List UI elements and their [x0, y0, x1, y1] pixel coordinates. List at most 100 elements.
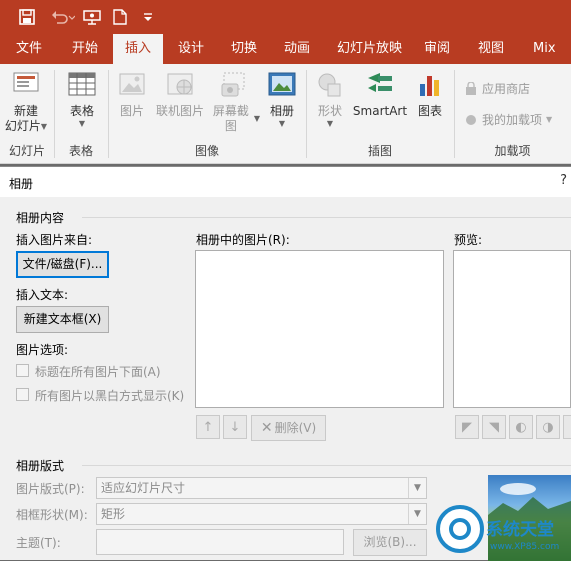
tab-file[interactable]: 文件 [4, 34, 54, 64]
brightness-button[interactable] [563, 415, 571, 439]
black-white-checkbox[interactable] [16, 388, 29, 401]
group-label-tables: 表格 [68, 144, 93, 158]
section-divider [82, 465, 571, 466]
picture-icon [119, 73, 145, 95]
help-button[interactable]: ? [560, 173, 567, 188]
chart-button[interactable]: 图表 [412, 70, 448, 119]
rotate-left-icon: ◤ [462, 419, 472, 435]
group-label-images: 图像 [194, 144, 219, 158]
rotate-right-icon: ◥ [489, 419, 499, 435]
chevron-down-icon: ▼ [78, 119, 86, 128]
undo-icon[interactable] [50, 8, 76, 26]
watermark-logo-icon [436, 505, 484, 553]
online-pictures-button[interactable]: 联机图片 [154, 70, 206, 119]
new-slide-label-2: 幻灯片 [4, 119, 41, 133]
tab-transitions[interactable]: 切换 [219, 34, 269, 64]
browse-button[interactable]: 浏览(B)... [353, 529, 427, 556]
tab-slideshow[interactable]: 幻灯片放映 [325, 34, 414, 64]
section-album-layout: 相册版式 [16, 459, 65, 473]
insert-from-label: 插入图片来自: [16, 233, 93, 247]
photo-album-icon [268, 72, 296, 96]
photo-album-dialog: 相册 ? 相册内容 插入图片来自: 文件/磁盘(F)... 插入文本: 新建文本… [0, 166, 571, 561]
chart-label: 图表 [417, 104, 442, 118]
table-label: 表格 [69, 104, 94, 118]
contrast-up-button[interactable]: ◐ [509, 415, 533, 439]
online-picture-icon [167, 73, 193, 95]
tab-review[interactable]: 审阅 [412, 34, 462, 64]
contrast-down-button[interactable]: ◑ [536, 415, 560, 439]
screenshot-label: 屏幕截图 [212, 104, 249, 133]
frame-shape-select[interactable]: 矩形 ▼ [96, 503, 427, 525]
picture-layout-select[interactable]: 适应幻灯片尺寸 ▼ [96, 477, 427, 499]
arrow-up-icon: ↑ [202, 419, 214, 435]
group-label-addins: 加载项 [494, 144, 531, 158]
shapes-icon [318, 73, 341, 97]
screenshot-button[interactable]: 屏幕截图 ▼ [208, 70, 260, 134]
remove-button[interactable]: ✕ 删除(V) [251, 415, 326, 441]
rotate-right-button[interactable]: ◥ [482, 415, 506, 439]
arrow-down-icon: ↓ [229, 419, 241, 435]
file-disk-button[interactable]: 文件/磁盘(F)... [16, 251, 109, 278]
screenshot-icon [221, 72, 245, 97]
my-addins-label: 我的加载项 [482, 113, 543, 127]
picture-options-label: 图片选项: [16, 343, 69, 357]
tab-home[interactable]: 开始 [60, 34, 110, 64]
new-slide-label: 新建 [13, 104, 38, 118]
tab-mix[interactable]: Mix [521, 34, 568, 64]
black-white-label: 所有图片以黑白方式显示(K) [35, 389, 185, 403]
pictures-button[interactable]: 图片 [114, 70, 150, 119]
watermark-url: www.XP85.com [490, 542, 560, 552]
dialog-title-bar: 相册 ? [0, 167, 571, 197]
insert-text-label: 插入文本: [16, 288, 69, 302]
table-button[interactable]: 表格 ▼ [62, 70, 102, 129]
frame-shape-label: 相框形状(M): [16, 508, 88, 522]
frame-shape-value: 矩形 [101, 507, 126, 521]
present-icon[interactable] [82, 8, 102, 26]
smartart-icon [368, 73, 392, 92]
photo-album-button[interactable]: 相册 ▼ [264, 70, 300, 129]
preview-box [453, 250, 571, 408]
table-icon [68, 72, 96, 96]
picture-layout-label: 图片版式(P): [16, 482, 85, 496]
chevron-down-icon: ▼ [40, 121, 48, 131]
theme-label: 主题(T): [16, 536, 61, 550]
section-album-content: 相册内容 [16, 211, 65, 225]
picture-layout-value: 适应幻灯片尺寸 [101, 481, 186, 495]
group-label-slides: 幻灯片 [8, 144, 45, 158]
tab-view[interactable]: 视图 [466, 34, 516, 64]
tab-design[interactable]: 设计 [166, 34, 216, 64]
new-slide-icon [13, 72, 39, 92]
watermark-text: 系统天堂 [486, 520, 554, 540]
smartart-button[interactable]: SmartArt [352, 70, 408, 119]
rotate-left-button[interactable]: ◤ [455, 415, 479, 439]
move-down-button[interactable]: ↓ [223, 415, 247, 439]
store-button[interactable]: 应用商店 [464, 80, 530, 97]
new-file-icon[interactable] [112, 8, 128, 26]
ribbon-tabs: 文件 开始 插入 设计 切换 动画 幻灯片放映 审阅 视图 Mix [0, 34, 571, 64]
remove-label: 删除(V) [274, 421, 317, 435]
shapes-button[interactable]: 形状 ▼ [312, 70, 348, 129]
new-textbox-button[interactable]: 新建文本框(X) [16, 306, 109, 333]
tab-insert[interactable]: 插入 [113, 34, 164, 64]
chart-icon [420, 76, 439, 96]
chevron-down-icon: ▼ [326, 119, 334, 128]
new-slide-button[interactable]: 新建 幻灯片 ▼ [2, 70, 50, 134]
dialog-title: 相册 [9, 177, 34, 191]
ribbon-insert: 新建 幻灯片 ▼ 表格 ▼ 图片 联机图片 屏幕截图 ▼ 相册 ▼ 形状 ▼ Sma… [0, 64, 571, 164]
title-bar [0, 0, 571, 34]
chevron-down-icon: ▼ [546, 114, 553, 124]
my-addins-button[interactable]: 我的加载项 ▼ [464, 111, 552, 128]
section-divider [82, 217, 571, 218]
preview-label: 预览: [454, 233, 483, 247]
online-pictures-label: 联机图片 [155, 104, 204, 118]
store-label: 应用商店 [482, 82, 531, 96]
move-up-button[interactable]: ↑ [196, 415, 220, 439]
tab-animations[interactable]: 动画 [272, 34, 322, 64]
addins-icon [466, 114, 476, 125]
theme-input[interactable] [96, 529, 344, 555]
pictures-listbox[interactable] [195, 250, 444, 408]
save-icon[interactable] [18, 8, 36, 26]
contrast-icon: ◑ [542, 419, 554, 435]
captions-below-checkbox[interactable] [16, 364, 29, 377]
customize-qat-icon[interactable] [142, 8, 154, 26]
